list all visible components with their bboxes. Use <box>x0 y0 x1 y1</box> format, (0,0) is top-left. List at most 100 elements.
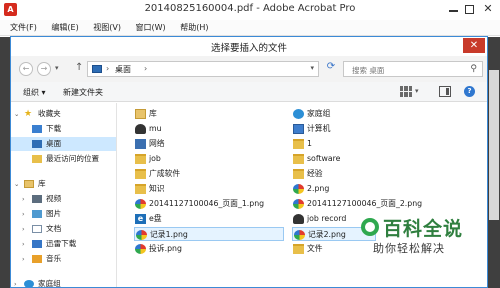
up-button[interactable]: ↑ <box>75 62 83 73</box>
list-item[interactable]: e e盘 <box>135 212 285 226</box>
nav-item-label: 最近访问的位置 <box>46 154 100 163</box>
address-location[interactable]: 桌面 <box>115 64 131 75</box>
picture-icon <box>32 210 42 218</box>
list-item[interactable]: 家庭组 <box>293 107 443 121</box>
menu-help[interactable]: 帮助(H) <box>174 20 214 36</box>
acrobat-window-title: 20140825160004.pdf - Adobe Acrobat Pro <box>144 3 356 14</box>
nav-item-label: 图片 <box>46 209 62 218</box>
folder-icon <box>293 154 304 164</box>
list-item[interactable]: 广成软件 <box>135 167 285 181</box>
help-icon[interactable]: ? <box>464 86 475 97</box>
search-icon[interactable]: ⚲ <box>470 64 477 74</box>
list-item[interactable]: 20141127100046_页面_2.png <box>293 197 453 211</box>
nav-item-downloads[interactable]: 下载 <box>11 122 116 136</box>
nav-item-recent-places[interactable]: 最近访问的位置 <box>11 152 116 166</box>
file-name: 2.png <box>307 184 330 193</box>
list-item[interactable]: 计算机 <box>293 122 443 136</box>
forward-button[interactable]: → <box>37 62 51 76</box>
library-icon <box>24 180 34 188</box>
expand-icon[interactable]: › <box>22 207 25 221</box>
homegroup-icon <box>24 280 34 287</box>
nav-item-thunder-downloads[interactable]: › 迅雷下载 <box>11 237 116 251</box>
list-item[interactable]: 20141127100046_页面_1.png <box>135 197 285 211</box>
history-dropdown-icon[interactable]: ▾ <box>55 64 59 72</box>
watermark: 百科全说 助你轻松解决 <box>357 214 485 264</box>
homegroup-icon <box>293 109 304 119</box>
file-name: 1 <box>307 139 312 148</box>
list-item[interactable]: job <box>135 152 285 166</box>
list-item[interactable]: 投诉.png <box>135 242 285 256</box>
menu-edit[interactable]: 编辑(E) <box>45 20 84 36</box>
file-name: 文件 <box>307 244 323 253</box>
nav-item-documents[interactable]: › 文档 <box>11 222 116 236</box>
address-dropdown-icon[interactable]: ▾ <box>310 64 314 72</box>
nav-item-label: 迅雷下载 <box>46 239 77 248</box>
new-folder-button[interactable]: 新建文件夹 <box>63 87 103 98</box>
star-icon: ★ <box>24 109 33 119</box>
organize-button[interactable]: 组织 ▾ <box>23 87 46 98</box>
file-name: 计算机 <box>307 124 331 133</box>
list-item[interactable]: 2.png <box>293 182 443 196</box>
dialog-close-button[interactable]: ✕ <box>463 38 485 53</box>
computer-icon <box>293 124 304 134</box>
file-name: 经验 <box>307 169 323 178</box>
nav-item-label: 家庭组 <box>38 279 61 287</box>
expand-icon[interactable]: ⌄ <box>14 107 19 121</box>
address-field[interactable]: › 桌面 › ▾ <box>87 61 319 77</box>
search-placeholder: 搜索 桌面 <box>352 66 385 75</box>
expand-icon[interactable]: › <box>14 277 17 287</box>
list-item[interactable]: 1 <box>293 137 443 151</box>
minimize-button[interactable] <box>449 10 458 12</box>
desktop-icon <box>92 65 102 73</box>
folder-icon <box>135 154 146 164</box>
close-window-button[interactable]: ✕ <box>480 2 496 16</box>
file-name: 家庭组 <box>307 109 331 118</box>
nav-item-pictures[interactable]: › 图片 <box>11 207 116 221</box>
list-item[interactable]: 库 <box>135 107 285 121</box>
image-icon <box>135 244 146 254</box>
view-mode-icon[interactable] <box>400 86 412 97</box>
list-item[interactable]: software <box>293 152 443 166</box>
nav-item-homegroup[interactable]: › 家庭组 <box>11 277 116 287</box>
address-separator-icon[interactable]: › <box>106 64 109 73</box>
expand-icon[interactable]: › <box>22 252 25 266</box>
nav-item-label: 视频 <box>46 194 62 203</box>
download-folder-icon <box>32 125 42 133</box>
file-name: software <box>307 154 341 163</box>
list-item[interactable]: 网络 <box>135 137 285 151</box>
expand-icon[interactable]: › <box>22 237 25 251</box>
menu-view[interactable]: 视图(V) <box>87 20 127 36</box>
nav-item-libraries[interactable]: ⌄ 库 <box>11 177 116 191</box>
list-item[interactable]: 经验 <box>293 167 443 181</box>
desktop-icon <box>32 140 42 148</box>
preview-pane-icon[interactable] <box>439 86 451 97</box>
file-name: 知识 <box>149 184 165 193</box>
menu-window[interactable]: 窗口(W) <box>130 20 172 36</box>
search-input[interactable]: 搜索 桌面 ⚲ <box>343 61 483 77</box>
expand-icon[interactable]: › <box>22 222 25 236</box>
folder-icon <box>293 244 304 254</box>
view-dropdown-icon[interactable]: ▾ <box>415 87 419 95</box>
network-icon <box>135 139 146 149</box>
expand-icon[interactable]: › <box>22 192 25 206</box>
file-name: 广成软件 <box>149 169 181 178</box>
list-item[interactable]: 知识 <box>135 182 285 196</box>
nav-item-videos[interactable]: › 视频 <box>11 192 116 206</box>
folder-icon <box>135 169 146 179</box>
back-button[interactable]: ← <box>19 62 33 76</box>
address-chevron-icon[interactable]: › <box>144 64 147 73</box>
refresh-button[interactable]: ⟳ <box>324 61 338 77</box>
file-name: 20141127100046_页面_2.png <box>307 199 423 208</box>
menu-file[interactable]: 文件(F) <box>0 20 43 36</box>
watermark-logo-icon <box>361 218 379 236</box>
expand-icon[interactable]: ⌄ <box>14 177 19 191</box>
maximize-button[interactable] <box>465 5 474 14</box>
list-item[interactable]: mu <box>135 122 285 136</box>
file-name: e盘 <box>149 214 162 223</box>
list-item-selected[interactable]: 记录1.png <box>134 227 284 241</box>
folder-icon <box>293 139 304 149</box>
nav-item-music[interactable]: › 音乐 <box>11 252 116 266</box>
nav-item-label: 桌面 <box>46 139 62 148</box>
nav-item-desktop[interactable]: 桌面 <box>11 137 116 151</box>
nav-item-favorites[interactable]: ⌄ ★ 收藏夹 <box>11 107 116 121</box>
